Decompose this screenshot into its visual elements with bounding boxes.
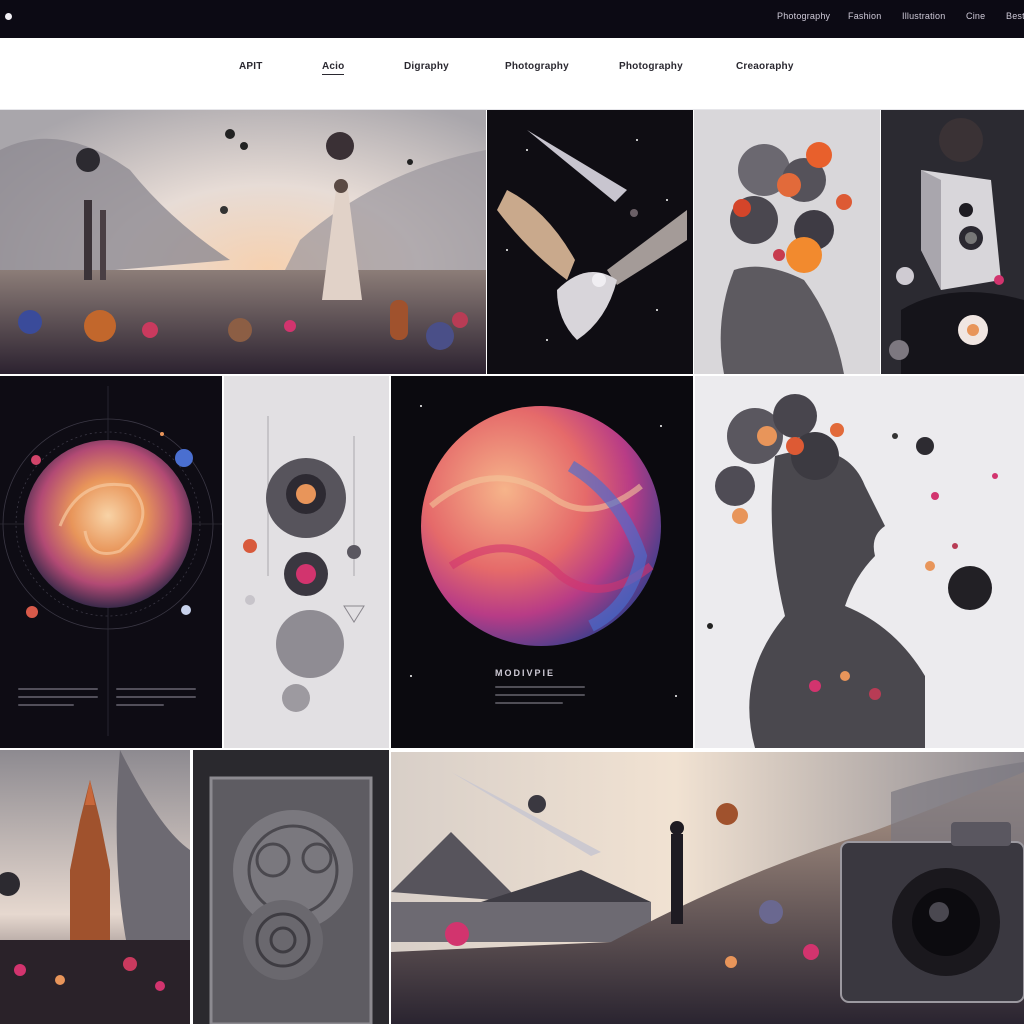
meadow-figure-image xyxy=(0,110,486,374)
planet-poster-text xyxy=(495,686,585,710)
orbit-chart-text-right xyxy=(116,688,196,712)
gallery-tile-spheres-poster[interactable] xyxy=(224,376,389,748)
hillside-camera-image xyxy=(391,752,1024,1024)
space-bird-image xyxy=(487,110,693,374)
gallery-tile-orbit-chart[interactable] xyxy=(0,376,222,748)
swirl-frame-image xyxy=(193,750,389,1024)
orbit-chart-text-left xyxy=(18,688,98,712)
gallery-tile-meadow-figure[interactable] xyxy=(0,110,486,374)
category-nav: APIT Acio Digraphy Photography Photograp… xyxy=(0,38,1024,110)
top-link-best[interactable]: Best xyxy=(1006,11,1024,21)
spheres-poster-image xyxy=(224,376,389,748)
gallery-tile-flower-statue[interactable] xyxy=(694,110,880,374)
castle-landscape-image xyxy=(0,750,190,1024)
nav-item-photography[interactable]: Photography xyxy=(505,61,569,72)
nav-item-apit[interactable]: APIT xyxy=(239,61,263,72)
top-link-cine[interactable]: Cine xyxy=(966,11,985,21)
gallery-tile-castle-landscape[interactable] xyxy=(0,750,190,1024)
gallery-tile-space-bird[interactable] xyxy=(487,110,693,374)
gallery-tile-planet-poster[interactable]: MODIVPIE xyxy=(391,376,693,748)
gallery-tile-hillside-camera[interactable] xyxy=(391,752,1024,1024)
nav-item-photography-2[interactable]: Photography xyxy=(619,61,683,72)
robot-figure-image xyxy=(881,110,1024,374)
flower-head-image xyxy=(695,376,1024,748)
top-link-fashion[interactable]: Fashion xyxy=(848,11,881,21)
nav-item-digraphy[interactable]: Digraphy xyxy=(404,61,449,72)
top-link-illustration[interactable]: Illustration xyxy=(902,11,945,21)
gallery-tile-robot-figure[interactable] xyxy=(881,110,1024,374)
nav-item-acio[interactable]: Acio xyxy=(322,61,345,75)
flower-statue-image xyxy=(694,110,880,374)
top-link-photography[interactable]: Photography xyxy=(777,11,830,21)
logo-dot-icon[interactable] xyxy=(5,13,12,20)
top-bar: Photography Fashion Illustration Cine Be… xyxy=(0,0,1024,38)
planet-poster-caption: MODIVPIE xyxy=(495,668,556,678)
gallery-tile-swirl-frame[interactable] xyxy=(193,750,389,1024)
gallery-tile-flower-head[interactable] xyxy=(695,376,1024,748)
nav-item-creaoraphy[interactable]: Creaoraphy xyxy=(736,61,794,72)
